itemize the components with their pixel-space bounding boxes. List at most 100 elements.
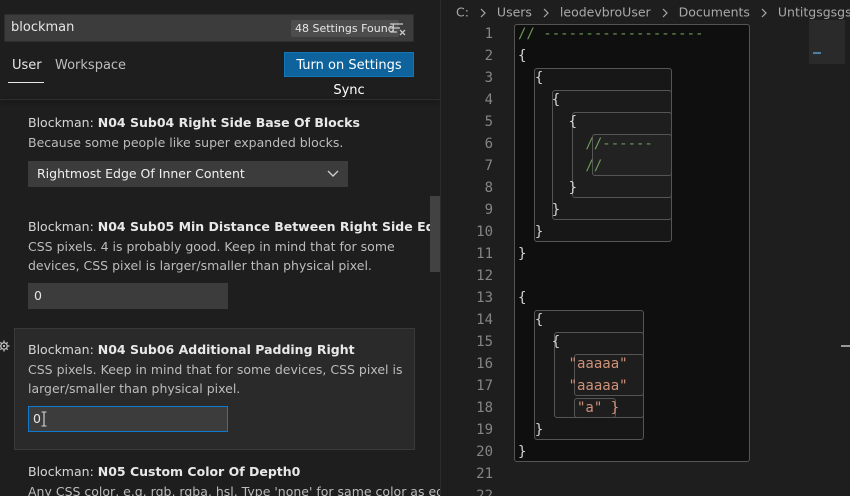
code-line: 6 //------ [441,133,850,155]
line-number: 3 [484,70,493,86]
line-number: 8 [484,180,493,196]
turn-on-settings-sync-button[interactable]: Turn on Settings Sync [284,52,414,98]
code-line: 12 [441,265,850,287]
breadcrumb-item[interactable]: Users [497,5,532,20]
line-number: 7 [484,158,493,174]
code-line: 18 "a" } [441,397,850,419]
line-number: 2 [484,48,493,64]
setting-title: Blockman: N04 Sub05 Min Distance Between… [28,218,440,236]
code-line: 5 { [441,111,850,133]
code-line: 10 } [441,221,850,243]
line-number: 21 [476,466,493,482]
additional-padding-input[interactable]: 0 [28,406,228,432]
minimap-marker [813,52,821,54]
chevron-right-icon [662,8,668,17]
select-value: Rightmost Edge Of Inner Content [37,166,245,181]
code-text: } [518,202,561,218]
line-number: 18 [476,400,493,416]
setting-description: Because some people like super expanded … [28,135,344,150]
setting-item: Blockman: N04 Sub06 Additional Padding R… [28,341,428,432]
line-number: 19 [476,422,493,438]
chevron-down-icon [327,170,339,177]
code-editor[interactable]: C: Users leodevbroUser Documents Untitgs… [440,0,850,496]
line-number: 1 [484,26,493,42]
code-line: 11} [441,243,850,265]
tab-workspace[interactable]: Workspace [52,58,129,80]
setting-name: N04 Sub04 Right Side Base Of Blocks [97,115,360,130]
minimap[interactable] [809,20,845,64]
settings-scrollbar-thumb[interactable] [430,196,440,272]
code-text: { [518,114,578,130]
code-line: 9 } [441,199,850,221]
code-line: 16 "aaaaa" [441,353,850,375]
header-divider [0,99,440,100]
settings-editor: blockman 48 Settings Found User Workspac… [0,0,440,496]
code-text: // ------------------- [518,26,704,42]
code-line: 3 { [441,67,850,89]
settings-search-box[interactable]: blockman 48 Settings Found [4,14,414,42]
breadcrumb-file[interactable]: Untitgsgsgsgled-1.ts [778,5,850,20]
right-side-base-select[interactable]: Rightmost Edge Of Inner Content [28,161,348,187]
line-number: 11 [476,246,493,262]
code-text: "aaaaa" [518,378,628,394]
code-text: } [518,422,544,438]
code-text: { [518,92,561,108]
line-number: 5 [484,114,493,130]
line-number: 4 [484,92,493,108]
code-text: } [518,444,527,460]
setting-item: Blockman: N04 Sub05 Min Distance Between… [28,218,440,309]
line-number: 15 [476,334,493,350]
active-tab-indicator [8,82,44,83]
results-count-badge: 48 Settings Found [291,20,399,37]
setting-name: N05 Custom Color Of Depth0 [97,464,301,479]
code-line: 17 "aaaaa" [441,375,850,397]
line-number: 17 [476,378,493,394]
code-text: // [518,158,603,174]
setting-title: Blockman: N04 Sub04 Right Side Base Of B… [28,114,428,132]
setting-description: CSS pixels. Keep in mind that for some d… [28,362,403,396]
breadcrumb: C: Users leodevbroUser Documents Untitgs… [456,3,850,21]
code-text: { [518,290,527,306]
min-distance-input[interactable]: 0 [28,283,228,309]
tab-user[interactable]: User [8,58,46,80]
line-number: 14 [476,312,493,328]
setting-item: Blockman: N05 Custom Color Of Depth0 Any… [28,463,440,496]
code-line: 14 { [441,309,850,331]
code-text: "a" } [518,400,620,416]
setting-category: Blockman: [28,342,98,357]
setting-name: N04 Sub06 Additional Padding Right [97,342,355,357]
gear-icon[interactable] [0,339,11,353]
chevron-right-icon [761,8,767,17]
code-text: { [518,70,544,86]
code-text: } [518,246,527,262]
code-line: 19 } [441,419,850,441]
chevron-right-icon [543,8,549,17]
breadcrumb-item[interactable]: C: [456,5,469,20]
input-value: 0 [33,411,41,426]
code-text: } [518,180,578,196]
overview-ruler-marker [841,345,850,347]
line-number: 22 [476,488,493,496]
line-number: 13 [476,290,493,306]
line-number: 9 [484,202,493,218]
code-line: 20} [441,441,850,463]
code-text: { [518,334,561,350]
code-line: 4 { [441,89,850,111]
clear-filter-icon[interactable] [389,21,407,37]
setting-description: CSS pixels. 4 is probably good. Keep in … [28,239,395,273]
code-text: { [518,312,544,328]
breadcrumb-item[interactable]: leodevbroUser [560,5,651,20]
breadcrumb-item[interactable]: Documents [679,5,750,20]
setting-title: Blockman: N04 Sub06 Additional Padding R… [28,341,428,359]
code-line: 21 [441,463,850,485]
code-line: 15 { [441,331,850,353]
setting-title: Blockman: N05 Custom Color Of Depth0 [28,463,428,481]
line-number: 10 [476,224,493,240]
code-text: { [518,48,527,64]
search-input[interactable]: blockman [11,15,74,41]
setting-description: Any CSS color, e.g. rgb, rgba, hsl. Type… [28,484,440,496]
setting-category: Blockman: [28,219,98,234]
code-line: 8 } [441,177,850,199]
code-text: } [518,224,544,240]
line-number: 16 [476,356,493,372]
